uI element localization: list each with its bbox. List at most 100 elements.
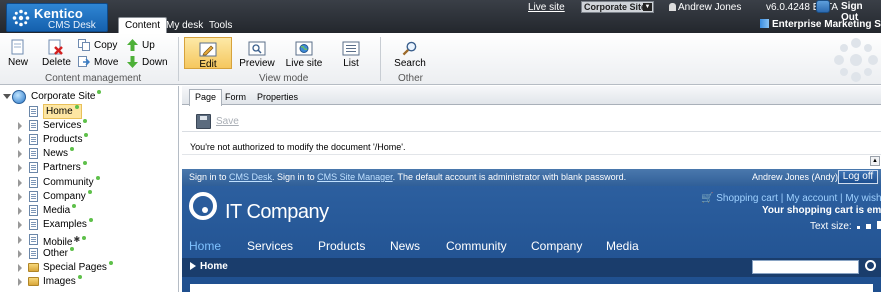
nav-company[interactable]: Company <box>531 239 582 253</box>
expand-icon[interactable] <box>18 221 22 229</box>
save-button[interactable]: Save <box>216 116 239 127</box>
published-icon <box>88 218 93 222</box>
site-search-input[interactable] <box>752 260 859 274</box>
nav-media[interactable]: Media <box>606 239 639 253</box>
my-wishlist-link[interactable]: My wishlist <box>845 193 881 204</box>
preview-button[interactable]: Preview <box>233 37 281 69</box>
text-size-medium-icon[interactable] <box>866 224 872 229</box>
down-button[interactable]: Down <box>127 56 168 68</box>
folder-icon <box>28 277 39 286</box>
collapse-icon[interactable] <box>3 94 11 99</box>
search-icon[interactable] <box>865 260 876 271</box>
live-site-button[interactable]: Live site <box>280 37 328 69</box>
scroll-up-icon[interactable]: ▲ <box>870 156 880 166</box>
published-icon <box>74 105 79 109</box>
site-selector[interactable]: Corporate Site ▼ <box>581 1 654 13</box>
tree-item-mobile[interactable]: Mobile✱ <box>18 233 178 248</box>
tree-item-special-pages[interactable]: Special Pages <box>18 261 178 275</box>
nav-services[interactable]: Services <box>247 239 293 253</box>
published-icon <box>72 204 77 208</box>
published-icon <box>82 161 87 165</box>
expand-icon[interactable] <box>18 207 22 215</box>
tree-item-company[interactable]: Company <box>18 190 178 204</box>
text-size-small-icon[interactable] <box>857 226 861 229</box>
tab-content[interactable]: Content <box>118 17 168 33</box>
up-button[interactable]: Up <box>127 39 155 51</box>
tree-item-services[interactable]: Services <box>18 119 178 133</box>
delete-button[interactable]: Delete <box>42 39 71 68</box>
tree-item-community[interactable]: Community <box>18 176 178 190</box>
tab-properties[interactable]: Properties <box>252 90 303 105</box>
cms-desk-link[interactable]: CMS Desk <box>229 172 272 182</box>
expand-icon[interactable] <box>18 136 22 144</box>
tree-item-label: Home <box>43 104 82 119</box>
tree-item-label: Partners <box>43 161 87 174</box>
my-account-link[interactable]: My account <box>786 193 837 204</box>
published-icon <box>84 133 89 137</box>
tree-item-label: Special Pages <box>43 261 113 274</box>
nav-news[interactable]: News <box>390 239 420 253</box>
expand-icon[interactable] <box>18 193 22 201</box>
shopping-cart-link[interactable]: Shopping cart <box>716 193 778 204</box>
document-icon <box>29 191 38 202</box>
ems-label: Enterprise Marketing Solutio <box>760 19 881 30</box>
editor-tabs: Page Form Properties <box>182 86 881 106</box>
help-icon[interactable] <box>816 0 830 13</box>
divider <box>182 154 881 155</box>
tree-item-news[interactable]: News <box>18 147 178 161</box>
expand-icon[interactable] <box>18 278 22 286</box>
text-size-large-icon[interactable] <box>877 221 881 229</box>
tab-page[interactable]: Page <box>189 89 223 106</box>
tree-item-partners[interactable]: Partners <box>18 161 178 175</box>
expand-icon[interactable] <box>18 264 22 272</box>
expand-icon[interactable] <box>18 236 22 244</box>
edit-button[interactable]: Edit <box>184 37 232 70</box>
search-button[interactable]: Search <box>386 37 434 69</box>
copy-icon <box>78 39 90 51</box>
tab-my-desk[interactable]: My desk <box>166 17 203 33</box>
tree-item-home[interactable]: Home <box>18 104 178 119</box>
document-icon <box>29 248 38 259</box>
expand-icon[interactable] <box>18 179 22 187</box>
kentico-logo[interactable]: Kentico CMS Desk <box>6 3 108 32</box>
published-icon <box>108 261 113 265</box>
log-off-button[interactable]: Log off <box>838 170 878 184</box>
tab-form[interactable]: Form <box>220 90 251 105</box>
tab-tools[interactable]: Tools <box>209 17 232 33</box>
breadcrumb-bar: Home <box>182 258 881 277</box>
arrow-down-icon <box>127 56 138 68</box>
document-icon <box>29 219 38 230</box>
new-button[interactable]: New <box>8 39 28 68</box>
shopping-cart-icon: 🛒 <box>701 193 714 204</box>
signin-text: Sign in to CMS Desk. Sign in to CMS Site… <box>189 172 627 182</box>
published-icon <box>87 190 92 194</box>
copy-button[interactable]: Copy <box>78 39 117 51</box>
site-manager-link[interactable]: CMS Site Manager <box>317 172 393 182</box>
tree-root[interactable]: Corporate Site <box>0 90 179 104</box>
nav-home[interactable]: Home <box>189 239 221 253</box>
move-icon <box>78 56 90 67</box>
tree-item-images[interactable]: Images <box>18 275 178 289</box>
save-icon <box>196 114 211 129</box>
expand-icon[interactable] <box>18 150 22 158</box>
tree-item-products[interactable]: Products <box>18 133 178 147</box>
tree-item-media[interactable]: Media <box>18 204 178 218</box>
move-button[interactable]: Move <box>78 56 118 68</box>
tree-item-label: Images <box>43 275 82 288</box>
expand-icon[interactable] <box>18 164 22 172</box>
it-company-logo-icon <box>189 192 217 220</box>
tree-item-examples[interactable]: Examples <box>18 218 178 232</box>
published-icon <box>77 275 82 279</box>
expand-icon[interactable] <box>18 122 22 130</box>
list-button[interactable]: List <box>327 37 375 69</box>
toolbar-separator <box>380 37 381 81</box>
nav-community[interactable]: Community <box>446 239 507 253</box>
document-icon <box>29 205 38 216</box>
live-site-link[interactable]: Live site <box>528 2 565 13</box>
nav-products[interactable]: Products <box>318 239 365 253</box>
kentico-flower-icon <box>12 9 30 27</box>
expand-icon[interactable] <box>18 250 22 258</box>
tree-item-other[interactable]: Other <box>18 247 178 261</box>
current-user: Andrew Jones <box>669 2 741 13</box>
toolbar: New Delete Copy Move Up Down Content man… <box>0 33 881 85</box>
